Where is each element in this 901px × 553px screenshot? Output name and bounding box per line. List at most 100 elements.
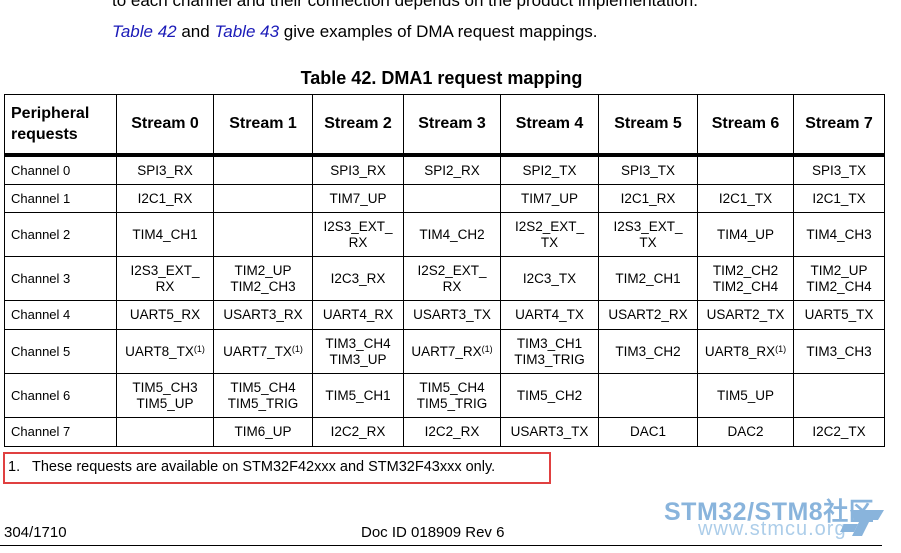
table-cell: TIM2_UP TIM2_CH4	[793, 256, 885, 301]
table-cell: UART4_TX	[500, 300, 599, 330]
header-peripheral-requests: Peripheral requests	[4, 94, 117, 157]
table-cell: TIM5_CH1	[312, 373, 404, 418]
table-row: Channel 6 TIM5_CH3 TIM5_UP TIM5_CH4 TIM5_TRI…	[4, 373, 885, 418]
table-cell: SPI3_TX	[598, 154, 698, 185]
table-cell	[403, 184, 501, 213]
table-row: Channel 1 I2C1_RX TIM7_UP TIM7_UP I2C1_RX I2C…	[4, 184, 885, 213]
footnote-ref: (1)	[481, 343, 493, 354]
watermark-url: www.stmcu.org	[698, 518, 847, 540]
table-cell: I2C1_TX	[697, 184, 794, 213]
header-stream-7: Stream 7	[793, 94, 885, 157]
document-id: Doc ID 018909 Rev 6	[361, 524, 505, 541]
table-cell: SPI2_RX	[403, 154, 501, 185]
footer-rule	[0, 545, 882, 546]
watermark: STM32/STM8社区 www.stmcu.org	[664, 488, 900, 548]
table-cell: USART3_RX	[213, 300, 313, 330]
table-cell: TIM5_CH4 TIM5_TRIG	[403, 373, 501, 418]
table-cell: I2C2_TX	[793, 417, 885, 447]
table-cell: I2C1_TX	[793, 184, 885, 213]
dma-request-table: Peripheral requests Stream 0 Stream 1 Str…	[4, 94, 885, 447]
table-cell: I2S3_EXT_ TX	[598, 212, 698, 257]
header-stream-3: Stream 3	[403, 94, 501, 157]
table-cell: TIM5_CH3 TIM5_UP	[116, 373, 214, 418]
table-cell: I2C3_TX	[500, 256, 599, 301]
table-cell	[213, 184, 313, 213]
st-logo-icon	[840, 510, 884, 536]
header-stream-0: Stream 0	[116, 94, 214, 157]
table-cell	[697, 154, 794, 185]
table-cell	[213, 154, 313, 185]
table-cell: USART2_RX	[598, 300, 698, 330]
table-cell: TIM4_CH2	[403, 212, 501, 257]
table-title: Table 42. DMA1 request mapping	[300, 68, 583, 88]
table-cell: UART7_RX(1)	[403, 329, 501, 374]
table-cell: I2S3_EXT_ RX	[312, 212, 404, 257]
table-cell: TIM2_CH2 TIM2_CH4	[697, 256, 794, 301]
table-cell: TIM3_CH3	[793, 329, 885, 374]
table-cell: I2C2_RX	[403, 417, 501, 447]
channel-label: Channel 7	[4, 417, 117, 447]
table-cell: USART3_TX	[403, 300, 501, 330]
table-cell: TIM2_CH1	[598, 256, 698, 301]
table-cell: TIM4_CH3	[793, 212, 885, 257]
table-row: Channel 0 SPI3_RX SPI3_RX SPI2_RX SPI2_TX SPI…	[4, 154, 885, 185]
table-row: Channel 5 UART8_TX(1) UART7_TX(1) TIM3_CH4 T…	[4, 329, 885, 374]
table-row: Channel 7 TIM6_UP I2C2_RX I2C2_RX USART3_TX D…	[4, 417, 885, 447]
table-cell	[598, 373, 698, 418]
table-cell: TIM7_UP	[312, 184, 404, 213]
table-cell: TIM3_CH4 TIM3_UP	[312, 329, 404, 374]
table-cell: DAC1	[598, 417, 698, 447]
table-cell: UART5_TX	[793, 300, 885, 330]
table-cell: TIM5_UP	[697, 373, 794, 418]
table-row: Channel 2 TIM4_CH1 I2S3_EXT_ RX TIM4_CH2 I2S2…	[4, 212, 885, 257]
table-cell	[793, 373, 885, 418]
cutoff-paragraph-line: to each channel and their connection dep…	[112, 0, 698, 10]
channel-label: Channel 6	[4, 373, 117, 418]
table-cell: SPI3_RX	[312, 154, 404, 185]
table-cell	[116, 417, 214, 447]
header-stream-1: Stream 1	[213, 94, 313, 157]
table42-link[interactable]: Table 42	[112, 22, 177, 41]
header-stream-2: Stream 2	[312, 94, 404, 157]
footnote: 1. These requests are available on STM32F…	[8, 459, 495, 475]
table-header-row: Peripheral requests Stream 0 Stream 1 Str…	[4, 94, 885, 157]
channel-label: Channel 0	[4, 154, 117, 185]
table-cell: TIM3_CH2	[598, 329, 698, 374]
table-cell: USART3_TX	[500, 417, 599, 447]
page-number: 304/1710	[4, 524, 67, 541]
footnote-text: These requests are available on STM32F42…	[32, 459, 496, 475]
channel-label: Channel 3	[4, 256, 117, 301]
table-cell: USART2_TX	[697, 300, 794, 330]
table-cell: I2C3_RX	[312, 256, 404, 301]
header-stream-5: Stream 5	[598, 94, 698, 157]
table-cell: UART7_TX(1)	[213, 329, 313, 374]
table-cell: SPI3_TX	[793, 154, 885, 185]
table-cell: SPI3_RX	[116, 154, 214, 185]
table43-link[interactable]: Table 43	[214, 22, 279, 41]
channel-label: Channel 5	[4, 329, 117, 374]
table-cell: TIM6_UP	[213, 417, 313, 447]
table-cell: I2C1_RX	[116, 184, 214, 213]
table-cell: UART8_RX(1)	[697, 329, 794, 374]
table-cell: I2C2_RX	[312, 417, 404, 447]
footnote-ref: (1)	[193, 343, 205, 354]
table-cell: TIM2_UP TIM2_CH3	[213, 256, 313, 301]
footnote-ref: (1)	[775, 343, 787, 354]
header-stream-6: Stream 6	[697, 94, 794, 157]
table-cell: TIM4_CH1	[116, 212, 214, 257]
footnote-ref: (1)	[291, 343, 303, 354]
table-cell: UART5_RX	[116, 300, 214, 330]
table-cell: TIM3_CH1 TIM3_TRIG	[500, 329, 599, 374]
table-cell: I2S3_EXT_ RX	[116, 256, 214, 301]
table-cell: TIM7_UP	[500, 184, 599, 213]
table-cell: SPI2_TX	[500, 154, 599, 185]
table-cell: DAC2	[697, 417, 794, 447]
table-cell: I2C1_RX	[598, 184, 698, 213]
intro-paragraph: Table 42 and Table 43 give examples of D…	[112, 22, 598, 42]
channel-label: Channel 4	[4, 300, 117, 330]
table-row: Channel 3 I2S3_EXT_ RX TIM2_UP TIM2_CH3 I2C3_…	[4, 256, 885, 301]
table-cell	[213, 212, 313, 257]
table-cell: I2S2_EXT_ TX	[500, 212, 599, 257]
intro-rest: give examples of DMA request mappings.	[283, 22, 598, 41]
channel-label: Channel 1	[4, 184, 117, 213]
